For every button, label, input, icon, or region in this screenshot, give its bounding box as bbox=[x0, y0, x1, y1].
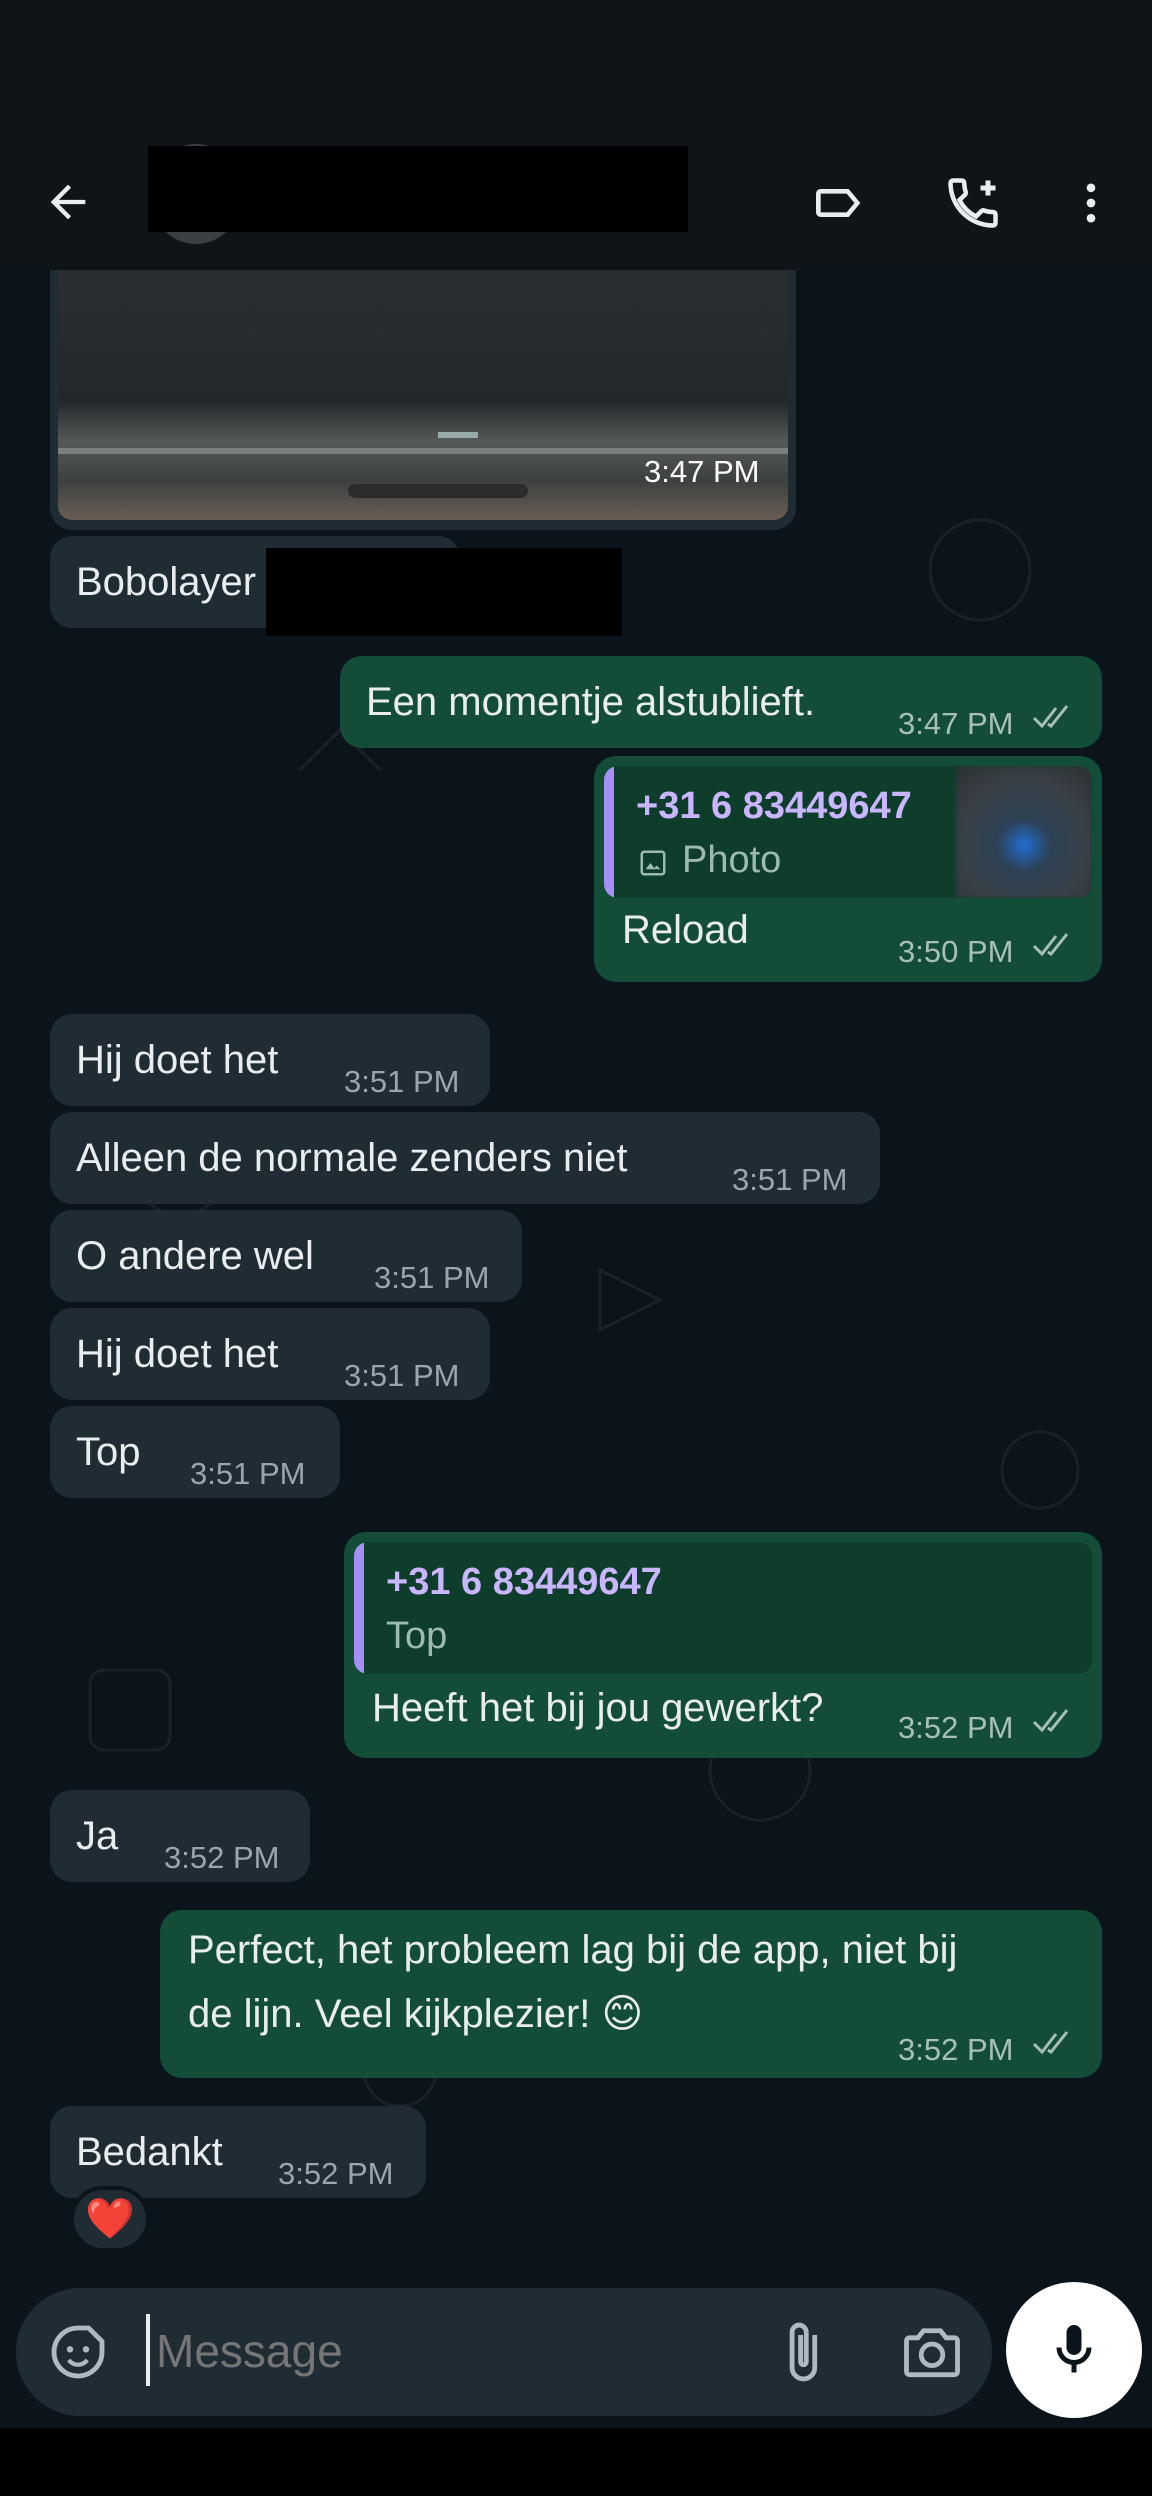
message-text: Hij doet het bbox=[76, 1038, 279, 1082]
incoming-message[interactable]: Hij doet het 3:51 PM bbox=[50, 1014, 490, 1106]
add-call-button[interactable] bbox=[938, 168, 1008, 238]
text-cursor bbox=[146, 2314, 150, 2386]
heart-reaction[interactable]: ❤️ bbox=[70, 2186, 150, 2252]
double-check-icon bbox=[1032, 933, 1069, 957]
more-icon bbox=[1086, 183, 1096, 223]
double-check-icon bbox=[1032, 2031, 1069, 2055]
heart-icon: ❤️ bbox=[85, 2197, 135, 2241]
more-button[interactable] bbox=[1056, 168, 1126, 238]
camera-icon bbox=[904, 2328, 960, 2378]
attach-button[interactable] bbox=[768, 2318, 836, 2386]
message-time: 3:51 PM bbox=[374, 1260, 490, 1295]
incoming-message[interactable]: O andere wel 3:51 PM bbox=[50, 1210, 522, 1302]
outgoing-reply-message[interactable]: +31 6 83449647 Top Heeft het bij jou gew… bbox=[344, 1532, 1102, 1758]
incoming-message[interactable]: Ja 3:52 PM bbox=[50, 1790, 310, 1882]
double-check-icon bbox=[1032, 1709, 1069, 1733]
message-time: 3:47 PM bbox=[644, 454, 760, 489]
message-time: 3:52 PM bbox=[164, 1840, 280, 1875]
message-time: 3:52 PM bbox=[898, 1710, 1014, 1745]
quote-accent-bar bbox=[354, 1542, 364, 1674]
message-composer bbox=[16, 2288, 992, 2416]
back-button[interactable] bbox=[36, 170, 100, 234]
sticker-icon bbox=[51, 2325, 105, 2379]
outgoing-reply-message[interactable]: +31 6 83449647 Photo Reload 3:50 PM bbox=[594, 756, 1102, 982]
message-text: Bedankt bbox=[76, 2130, 223, 2174]
chat-area[interactable]: 3:47 PM Bobolayer Een momentje alstublie… bbox=[0, 270, 1152, 2280]
incoming-message[interactable]: Alleen de normale zenders niet 3:51 PM bbox=[50, 1112, 880, 1204]
incoming-message[interactable]: Bedankt 3:52 PM bbox=[50, 2106, 426, 2198]
status-bar bbox=[0, 0, 1152, 140]
sticker-button[interactable] bbox=[46, 2320, 110, 2384]
quoted-message[interactable]: +31 6 83449647 Top bbox=[354, 1542, 1092, 1674]
message-text-line2: de lijn. Veel kijkplezier! 😊 bbox=[188, 1992, 644, 2036]
attach-icon bbox=[789, 2322, 818, 2382]
system-nav-bar bbox=[0, 2428, 1152, 2496]
quote-type: Photo bbox=[682, 839, 782, 881]
message-time: 3:50 PM bbox=[898, 934, 1014, 969]
photo-message[interactable]: 3:47 PM bbox=[50, 270, 796, 530]
double-check-icon bbox=[1032, 705, 1069, 729]
message-time: 3:47 PM bbox=[898, 706, 1014, 741]
outgoing-message[interactable]: Perfect, het probleem lag bij de app, ni… bbox=[160, 1910, 1102, 2078]
quote-accent-bar bbox=[604, 766, 614, 898]
back-arrow-icon bbox=[50, 184, 86, 220]
outgoing-message[interactable]: Een momentje alstublieft. 3:47 PM bbox=[340, 656, 1102, 748]
message-time: 3:51 PM bbox=[732, 1162, 848, 1197]
message-text-line1: Perfect, het probleem lag bij de app, ni… bbox=[188, 1928, 958, 1972]
message-text: Een momentje alstublieft. bbox=[366, 680, 816, 724]
add-call-icon bbox=[948, 178, 998, 228]
incoming-message[interactable]: Hij doet het 3:51 PM bbox=[50, 1308, 490, 1400]
contact-name[interactable] bbox=[148, 146, 688, 232]
message-text: Hij doet het bbox=[76, 1332, 279, 1376]
chat-header bbox=[0, 140, 1152, 270]
mic-icon bbox=[1056, 2325, 1092, 2373]
message-text: Bobolayer bbox=[76, 560, 257, 604]
quoted-message[interactable]: +31 6 83449647 Photo bbox=[604, 766, 1092, 898]
message-time: 3:51 PM bbox=[344, 1064, 460, 1099]
message-time: 3:52 PM bbox=[278, 2156, 394, 2191]
image-icon bbox=[640, 850, 666, 876]
message-text: Reload bbox=[622, 908, 749, 952]
label-button[interactable] bbox=[802, 168, 872, 238]
message-text: Heeft het bij jou gewerkt? bbox=[372, 1686, 824, 1730]
message-field[interactable] bbox=[156, 2316, 716, 2386]
label-icon bbox=[816, 189, 861, 217]
quote-sender: +31 6 83449647 bbox=[636, 785, 912, 827]
camera-button[interactable] bbox=[896, 2318, 968, 2386]
message-text: Ja bbox=[76, 1814, 119, 1858]
incoming-message[interactable]: Top 3:51 PM bbox=[50, 1406, 340, 1498]
message-time: 3:51 PM bbox=[190, 1456, 306, 1491]
quote-sender: +31 6 83449647 bbox=[386, 1561, 662, 1603]
message-text: Top bbox=[76, 1430, 141, 1474]
message-text: O andere wel bbox=[76, 1234, 314, 1278]
message-text: Alleen de normale zenders niet bbox=[76, 1136, 628, 1180]
quote-text: Top bbox=[386, 1615, 448, 1657]
message-input[interactable] bbox=[146, 2308, 726, 2396]
redacted-block bbox=[266, 548, 622, 636]
message-time: 3:51 PM bbox=[344, 1358, 460, 1393]
quote-thumbnail bbox=[956, 766, 1092, 898]
message-time: 3:52 PM bbox=[898, 2032, 1014, 2067]
voice-record-button[interactable] bbox=[1006, 2282, 1142, 2418]
